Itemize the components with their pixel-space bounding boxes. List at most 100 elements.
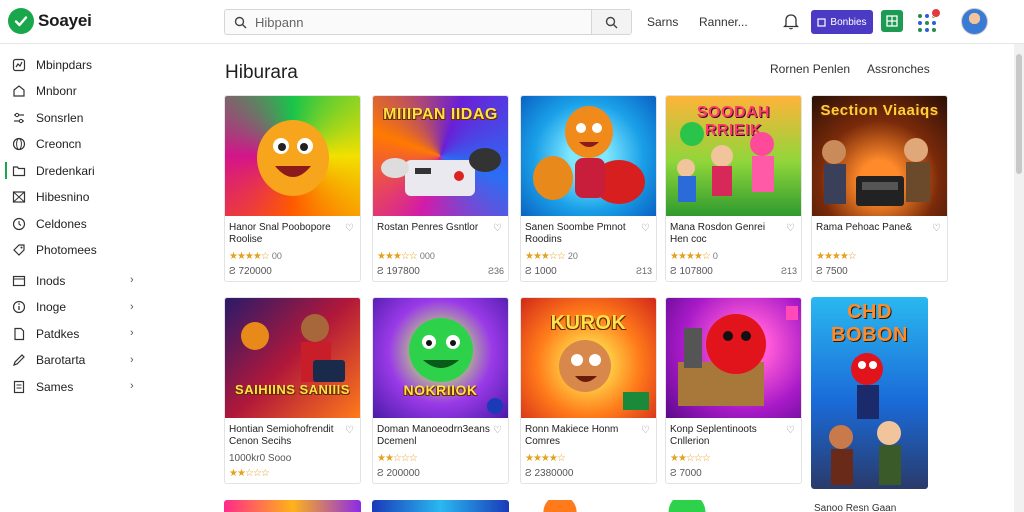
scrollbar[interactable]: [1014, 44, 1024, 512]
game-card[interactable]: Section Viaaiqs Rama Pehoac Pane& ♡ ★★★★…: [811, 95, 948, 282]
rating: ★★☆☆☆: [377, 453, 418, 464]
bottom-label: Sanoo Resn Gaan: [814, 503, 897, 512]
heart-icon[interactable]: ♡: [345, 223, 354, 234]
sidebar-item-label: Inoge: [36, 300, 67, 314]
card-title: Konp Seplentinoots Cnllerion: [670, 424, 757, 447]
folder-icon: [12, 164, 26, 178]
sidebar-item-label: Patdkes: [36, 326, 80, 341]
sidebar-item[interactable]: Mbinpdars: [0, 52, 150, 77]
grid-app-icon[interactable]: [881, 10, 903, 32]
game-card[interactable]: Hanor Snal Poobopore Roolise ♡ ★★★★☆ 00 Ƨ…: [224, 95, 361, 282]
clock-icon: [12, 217, 26, 231]
card-title: Ronn Makiece Honm Comres: [525, 424, 619, 447]
chevron-right-icon: ›: [130, 327, 134, 339]
sidebar-item-label: Celdones: [36, 216, 87, 231]
sidebar-item[interactable]: Patdkes ›: [0, 321, 150, 346]
top-link-runner[interactable]: Ranner...: [699, 15, 748, 29]
game-thumbnail: SAIHIINS SANIIIS: [225, 298, 360, 418]
scroll-thumb[interactable]: [1016, 54, 1022, 174]
sidebar-item[interactable]: Sonsrlen: [0, 105, 150, 130]
card-title: Mana Rosdon Genrei Hen coc: [670, 222, 766, 245]
heart-icon[interactable]: ♡: [345, 425, 354, 436]
search-icon: [225, 16, 255, 29]
game-card-peek[interactable]: [224, 500, 361, 512]
game-card[interactable]: Konp Seplentinoots Cnllerion ♡ ★★☆☆☆ Ƨ 7…: [665, 297, 802, 484]
rating: ★★★☆☆ 000: [377, 251, 435, 262]
sort-link-all[interactable]: Assronches: [867, 62, 930, 76]
card-price: Ƨ 720000: [229, 266, 272, 277]
sidebar-item[interactable]: Creoncn: [0, 132, 150, 157]
game-card-peek[interactable]: [664, 500, 710, 512]
sidebar-item[interactable]: Barotarta ›: [0, 348, 150, 373]
game-card[interactable]: SAIHIINS SANIIIS Hontian Semiohofrendit …: [224, 297, 361, 484]
game-card[interactable]: CHD BOBON: [811, 297, 948, 489]
thumb-text: NOKRIIOK: [403, 382, 478, 398]
primary-action-button[interactable]: Bonbies: [811, 10, 873, 34]
notification-badge: [931, 8, 941, 18]
rating: ★★★★☆: [816, 251, 857, 262]
apps-grid-icon[interactable]: [915, 8, 941, 34]
game-card[interactable]: Sanen Soombe Pmnot Roodins ♡ ★★★☆☆ 20 Ƨ 1…: [520, 95, 657, 282]
game-thumbnail: [225, 96, 360, 216]
sliders-icon: [12, 111, 26, 125]
heart-icon[interactable]: ♡: [786, 425, 795, 436]
sidebar-item[interactable]: Mnbonr: [0, 79, 150, 104]
sidebar-item[interactable]: Hibesnino: [0, 185, 150, 210]
home-icon: [12, 84, 26, 98]
top-link-games[interactable]: Sarns: [647, 15, 678, 29]
heart-icon[interactable]: ♡: [786, 223, 795, 234]
sidebar-item-label: Photomees: [36, 243, 97, 257]
sidebar-item-label: Inods: [36, 273, 66, 288]
sidebar-item[interactable]: Inoge ›: [0, 295, 150, 320]
search-button[interactable]: [591, 10, 631, 34]
window-icon: [12, 274, 26, 288]
rating: ★★☆☆☆: [229, 468, 270, 479]
card-extra: Ƨ13: [780, 266, 797, 276]
heart-icon[interactable]: ♡: [493, 223, 502, 234]
game-card[interactable]: NOKRIIOK Doman Manoeodrn3eans Dcemenl ♡ …: [372, 297, 509, 484]
card-price: Ƨ 200000: [377, 468, 420, 479]
thumb-text: SAIHIINS SANIIIS: [235, 382, 350, 397]
sidebar-item[interactable]: Photomees: [0, 238, 150, 263]
box-icon: [12, 190, 26, 204]
sidebar-item-label: Mbinpdars: [36, 57, 93, 72]
logo-text: Soayei: [38, 11, 92, 30]
sidebar-item[interactable]: Dredenkari: [0, 158, 150, 183]
chevron-right-icon: ›: [130, 274, 134, 286]
sidebar-item[interactable]: Inods ›: [0, 268, 150, 293]
search-input[interactable]: [255, 10, 591, 34]
game-card[interactable]: MIIIPAN IIDAG Rostan Penres Gsntlor ♡ ★★…: [372, 95, 509, 282]
game-card-peek[interactable]: [372, 500, 509, 512]
game-thumbnail: KUROK: [521, 298, 656, 418]
app-logo[interactable]: Soayei: [8, 8, 92, 34]
game-thumbnail: CHD BOBON: [811, 297, 928, 489]
game-card-peek[interactable]: [540, 500, 580, 512]
game-thumbnail: [521, 96, 656, 216]
rating: ★★★★☆ 00: [229, 251, 282, 262]
sidebar-item[interactable]: Celdones: [0, 211, 150, 236]
heart-icon[interactable]: ♡: [493, 425, 502, 436]
bell-icon[interactable]: [782, 12, 800, 35]
heart-icon[interactable]: ♡: [641, 223, 650, 234]
heart-icon[interactable]: ♡: [641, 425, 650, 436]
card-title: Sanen Soombe Pmnot Roodins: [525, 222, 626, 245]
sort-link-popular[interactable]: Rornen Penlen: [770, 62, 850, 76]
game-thumbnail: Section Viaaiqs: [812, 96, 947, 216]
rating: ★★☆☆☆: [670, 453, 711, 464]
globe-icon: [12, 137, 26, 151]
tag-icon: [12, 243, 26, 257]
check-logo-icon: [8, 8, 34, 34]
sidebar-item-label: Sonsrlen: [36, 110, 84, 125]
avatar[interactable]: [961, 8, 988, 35]
game-card[interactable]: KUROK Ronn Makiece Honm Comres ♡ ★★★★☆ Ƨ…: [520, 297, 657, 484]
sidebar-item[interactable]: Sames ›: [0, 374, 150, 399]
info-icon: [12, 300, 26, 314]
primary-action-label: Bonbies: [830, 16, 867, 28]
top-bar: Soayei Sarns Ranner... Bonbies: [0, 0, 1024, 44]
sidebar-item-label: Hibesnino: [36, 190, 90, 204]
card-title: Doman Manoeodrn3eans Dcemenl: [377, 424, 490, 447]
sidebar: Mbinpdars Mnbonr Sonsrlen Creoncn Dredenkari…: [0, 52, 150, 401]
heart-icon[interactable]: ♡: [932, 223, 941, 234]
game-card[interactable]: SOODAH RRIEIK Mana Rosdon Genrei Hen coc…: [665, 95, 802, 282]
card-title: Hanor Snal Poobopore Roolise: [229, 222, 331, 245]
